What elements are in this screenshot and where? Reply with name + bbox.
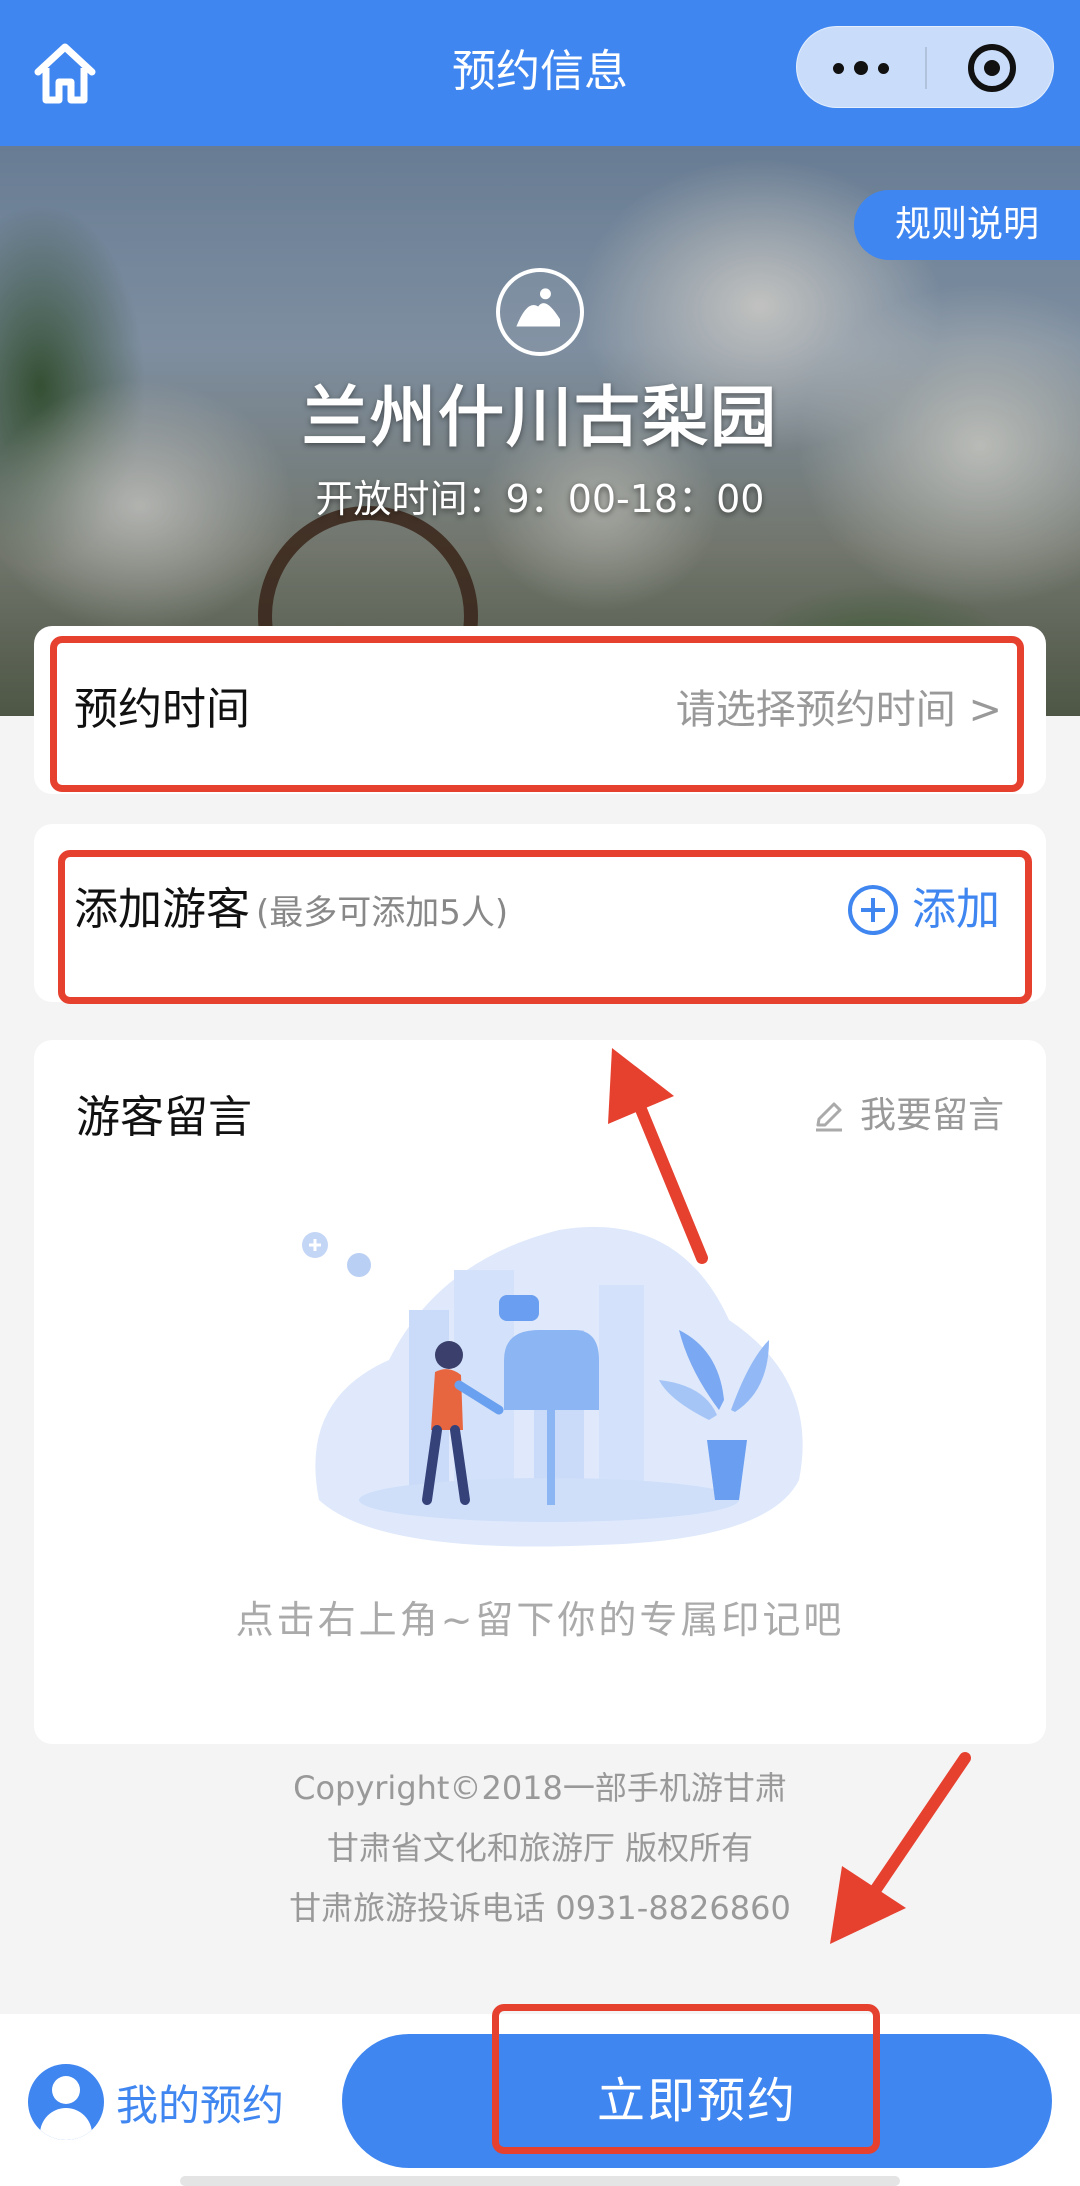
capsule-divider — [925, 47, 927, 89]
footer-owner: 甘肃省文化和旅游厅 版权所有 — [326, 1829, 754, 1867]
target-icon[interactable] — [968, 44, 1016, 92]
more-icon[interactable] — [797, 27, 925, 109]
add-visitor-card: 添加游客 (最多可添加5人) 添加 — [34, 824, 1046, 1002]
footer-copyright: Copyright©2018一部手机游甘肃 — [293, 1769, 787, 1807]
plus-circle-icon — [848, 885, 898, 935]
my-reservations-label: 我的预约 — [116, 2080, 285, 2130]
visitor-messages-card: 游客留言 我要留言 点击右上角~留下你的专属印记吧 — [34, 1040, 1046, 1744]
write-message-button[interactable]: 我要留言 — [812, 1088, 1004, 1144]
nav-bar: 预约信息 — [0, 0, 1080, 146]
reservation-time-label: 预约时间 — [74, 684, 250, 735]
add-visitor-button[interactable]: 添加 — [848, 880, 1000, 940]
bottom-action-bar: 我的预约 立即预约 — [0, 2014, 1080, 2186]
reservation-time-card[interactable]: 预约时间 请选择预约时间 > — [34, 626, 1046, 794]
opening-hours: 开放时间：9：00-18：00 — [315, 477, 765, 521]
add-visitor-label: 添加游客 — [74, 884, 250, 935]
empty-messages-illustration — [302, 1226, 803, 1547]
add-visitor-button-label: 添加 — [912, 884, 1000, 935]
book-now-button[interactable]: 立即预约 — [342, 2034, 1052, 2168]
add-visitor-note: (最多可添加5人) — [256, 893, 509, 933]
reservation-time-selector[interactable]: 请选择预约时间 > — [676, 680, 1002, 740]
add-visitor-label-group: 添加游客 (最多可添加5人) — [74, 880, 508, 943]
scenic-title: 兰州什川古梨园 — [302, 379, 778, 456]
rules-button[interactable]: 规则说明 — [854, 190, 1080, 260]
home-indicator — [180, 2176, 900, 2186]
my-reservations-link[interactable]: 我的预约 — [28, 2064, 284, 2140]
mini-program-capsule — [796, 26, 1054, 108]
empty-messages-hint: 点击右上角~留下你的专属印记吧 — [235, 1598, 845, 1642]
scenic-logo-icon — [496, 268, 584, 356]
messages-title: 游客留言 — [76, 1092, 252, 1143]
pencil-icon — [815, 1102, 842, 1132]
footer-complaint-phone: 甘肃旅游投诉电话 0931-8826860 — [289, 1889, 791, 1927]
avatar-icon — [28, 2064, 104, 2140]
write-message-label: 我要留言 — [859, 1095, 1004, 1136]
